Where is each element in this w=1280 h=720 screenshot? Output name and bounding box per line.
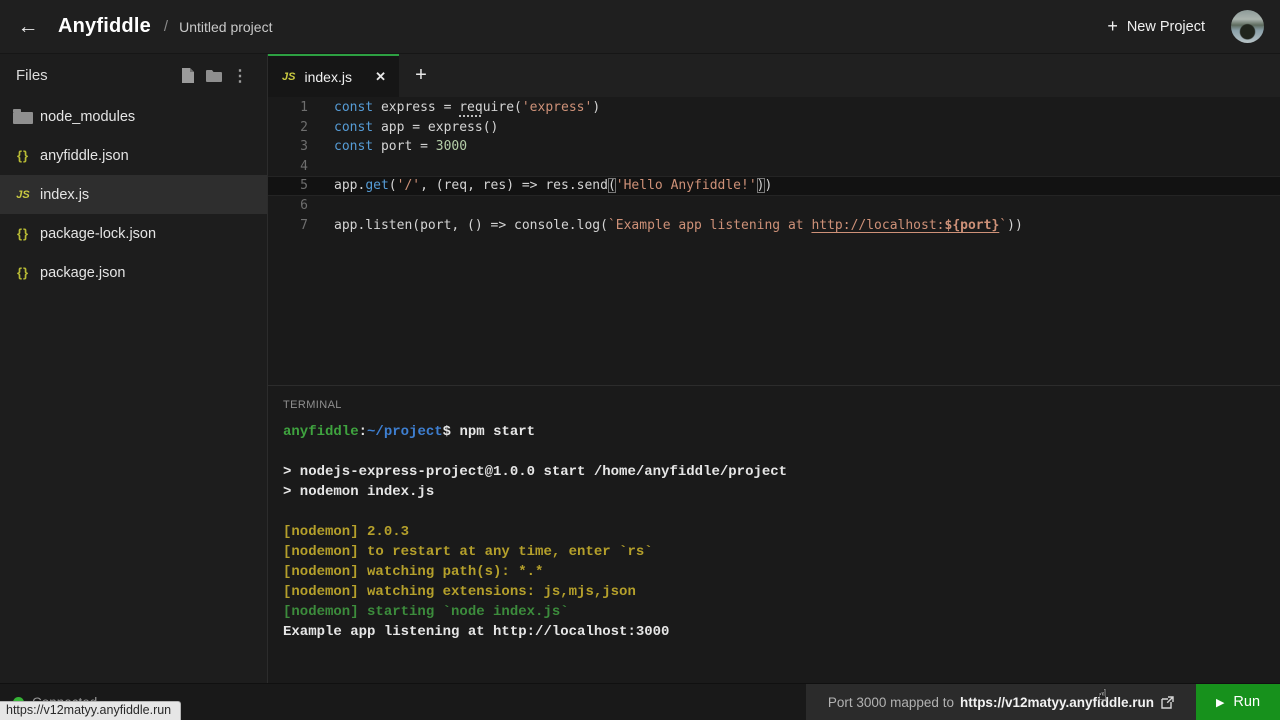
editor-column: JS index.js ✕ + 1 const express = require… (268, 54, 1280, 683)
file-label: package.json (40, 264, 126, 281)
file-label: index.js (40, 186, 90, 203)
breadcrumb-separator: / (163, 18, 169, 35)
file-row-package.json[interactable]: {} package.json (0, 253, 267, 292)
file-row-package-lock.json[interactable]: {} package-lock.json (0, 214, 267, 253)
code-line-7: 7 app.listen(port, () => console.log(`Exa… (268, 216, 1280, 236)
file-label: anyfiddle.json (40, 147, 129, 164)
port-link-url: https://v12matyy.anyfiddle.run (959, 694, 1154, 710)
line-number: 4 (300, 158, 308, 174)
more-options-button[interactable]: ⋮ (227, 66, 253, 86)
files-panel-header: Files ⋮ (0, 54, 267, 97)
code-line-1: 1 const express = require('express') (268, 98, 1280, 118)
port-mapping-panel: Port 3000 mapped to https://v12matyy.any… (805, 684, 1196, 720)
terminal-line-5 (283, 502, 1280, 522)
terminal-line-8: [nodemon] watching path(s): *.* (283, 564, 544, 580)
file-row-index.js[interactable]: JS index.js (0, 175, 267, 214)
new-tab-button[interactable]: + (399, 54, 443, 97)
new-file-icon (182, 68, 194, 83)
terminal-line-3: > nodejs-express-project@1.0.0 start /ho… (283, 464, 788, 480)
plus-icon: + (1107, 16, 1118, 36)
back-button[interactable]: ← (14, 13, 42, 41)
tab-close-button[interactable]: ✕ (372, 67, 389, 87)
play-icon: ▶ (1215, 696, 1225, 709)
code-editor[interactable]: 1 const express = require('express') 2 cons… (268, 97, 1280, 385)
top-bar: ← Anyfiddle / Untitled project + New Pro… (0, 0, 1280, 54)
project-title[interactable]: Untitled project (179, 19, 272, 35)
json-file-icon: {} (16, 226, 30, 241)
new-project-button[interactable]: + New Project (1107, 16, 1205, 37)
code-line-3: 3 const port = 3000 (268, 137, 1280, 157)
terminal-line-7: [nodemon] to restart at any time, enter … (283, 544, 653, 560)
terminal-line-9: [nodemon] watching extensions: js,mjs,js… (283, 584, 636, 600)
code-lines: 1 const express = require('express') 2 cons… (268, 98, 1280, 235)
js-file-icon: JS (282, 70, 296, 83)
file-row-anyfiddle.json[interactable]: {} anyfiddle.json (0, 136, 267, 175)
terminal-line-4: > nodemon index.js (283, 484, 435, 500)
browser-link-status: https://v12matyy.anyfiddle.run (0, 701, 182, 720)
status-bar: Connected Port 3000 mapped to https://v1… (0, 683, 1280, 720)
new-file-button[interactable] (175, 66, 201, 86)
files-panel: Files ⋮ node_modules {} anyfiddle.json JS in… (0, 54, 268, 683)
terminal-line-11: Example app listening at http://localhos… (283, 624, 670, 640)
line-number: 1 (300, 100, 308, 115)
user-avatar[interactable] (1231, 10, 1264, 43)
code-line-2: 2 const app = express() (268, 118, 1280, 138)
tab-strip: JS index.js ✕ + (268, 54, 1280, 97)
file-list: node_modules {} anyfiddle.json JS index.js {}… (0, 97, 267, 292)
app-logo[interactable]: Anyfiddle (58, 15, 151, 38)
new-project-label: New Project (1126, 18, 1205, 35)
line-number: 2 (300, 119, 308, 135)
mouse-cursor: ☝ (1098, 686, 1108, 704)
terminal-panel[interactable]: TERMINAL anyfiddle:~/project$ npm start … (268, 385, 1280, 683)
terminal-title: TERMINAL (283, 399, 342, 411)
code-line-5: 5 app.get('/', (req, res) => res.send('He… (268, 176, 1280, 196)
port-mapping-link[interactable]: https://v12matyy.anyfiddle.run (960, 695, 1174, 710)
terminal-line-10: [nodemon] starting `node index.js` (283, 604, 569, 620)
terminal-line-2 (283, 442, 1280, 462)
terminal-line-1: anyfiddle:~/project$ npm start (283, 424, 536, 440)
code-line-4: 4 (268, 157, 1280, 177)
port-mapping-text: Port 3000 mapped to (827, 694, 954, 710)
folder-icon (13, 109, 33, 124)
terminal-lines: anyfiddle:~/project$ npm start > nodejs-… (283, 422, 1280, 642)
anyfiddle-app: ← Anyfiddle / Untitled project + New Pro… (0, 0, 1280, 720)
json-file-icon: {} (16, 265, 30, 280)
file-row-node_modules[interactable]: node_modules (0, 97, 267, 136)
new-folder-icon (206, 70, 222, 82)
line-number: 3 (300, 139, 308, 155)
terminal-line-6: [nodemon] 2.0.3 (283, 524, 410, 540)
external-link-icon (1161, 695, 1174, 709)
new-folder-button[interactable] (201, 66, 227, 86)
json-file-icon: {} (16, 148, 30, 163)
line-number: 5 (300, 178, 308, 194)
line-number: 6 (300, 197, 308, 213)
tab-label: index.js (304, 68, 352, 85)
code-line-6: 6 (268, 196, 1280, 216)
js-file-icon: JS (16, 188, 30, 201)
run-button[interactable]: ▶ Run (1196, 684, 1280, 720)
main-area: Files ⋮ node_modules {} anyfiddle.json JS in… (0, 54, 1280, 683)
line-number: 7 (300, 217, 308, 233)
file-label: package-lock.json (40, 225, 157, 242)
kebab-menu-icon: ⋮ (232, 67, 248, 85)
file-label: node_modules (40, 108, 136, 125)
tab-index-js[interactable]: JS index.js ✕ (268, 54, 399, 97)
files-panel-title: Files (16, 67, 48, 84)
run-label: Run (1233, 694, 1261, 710)
